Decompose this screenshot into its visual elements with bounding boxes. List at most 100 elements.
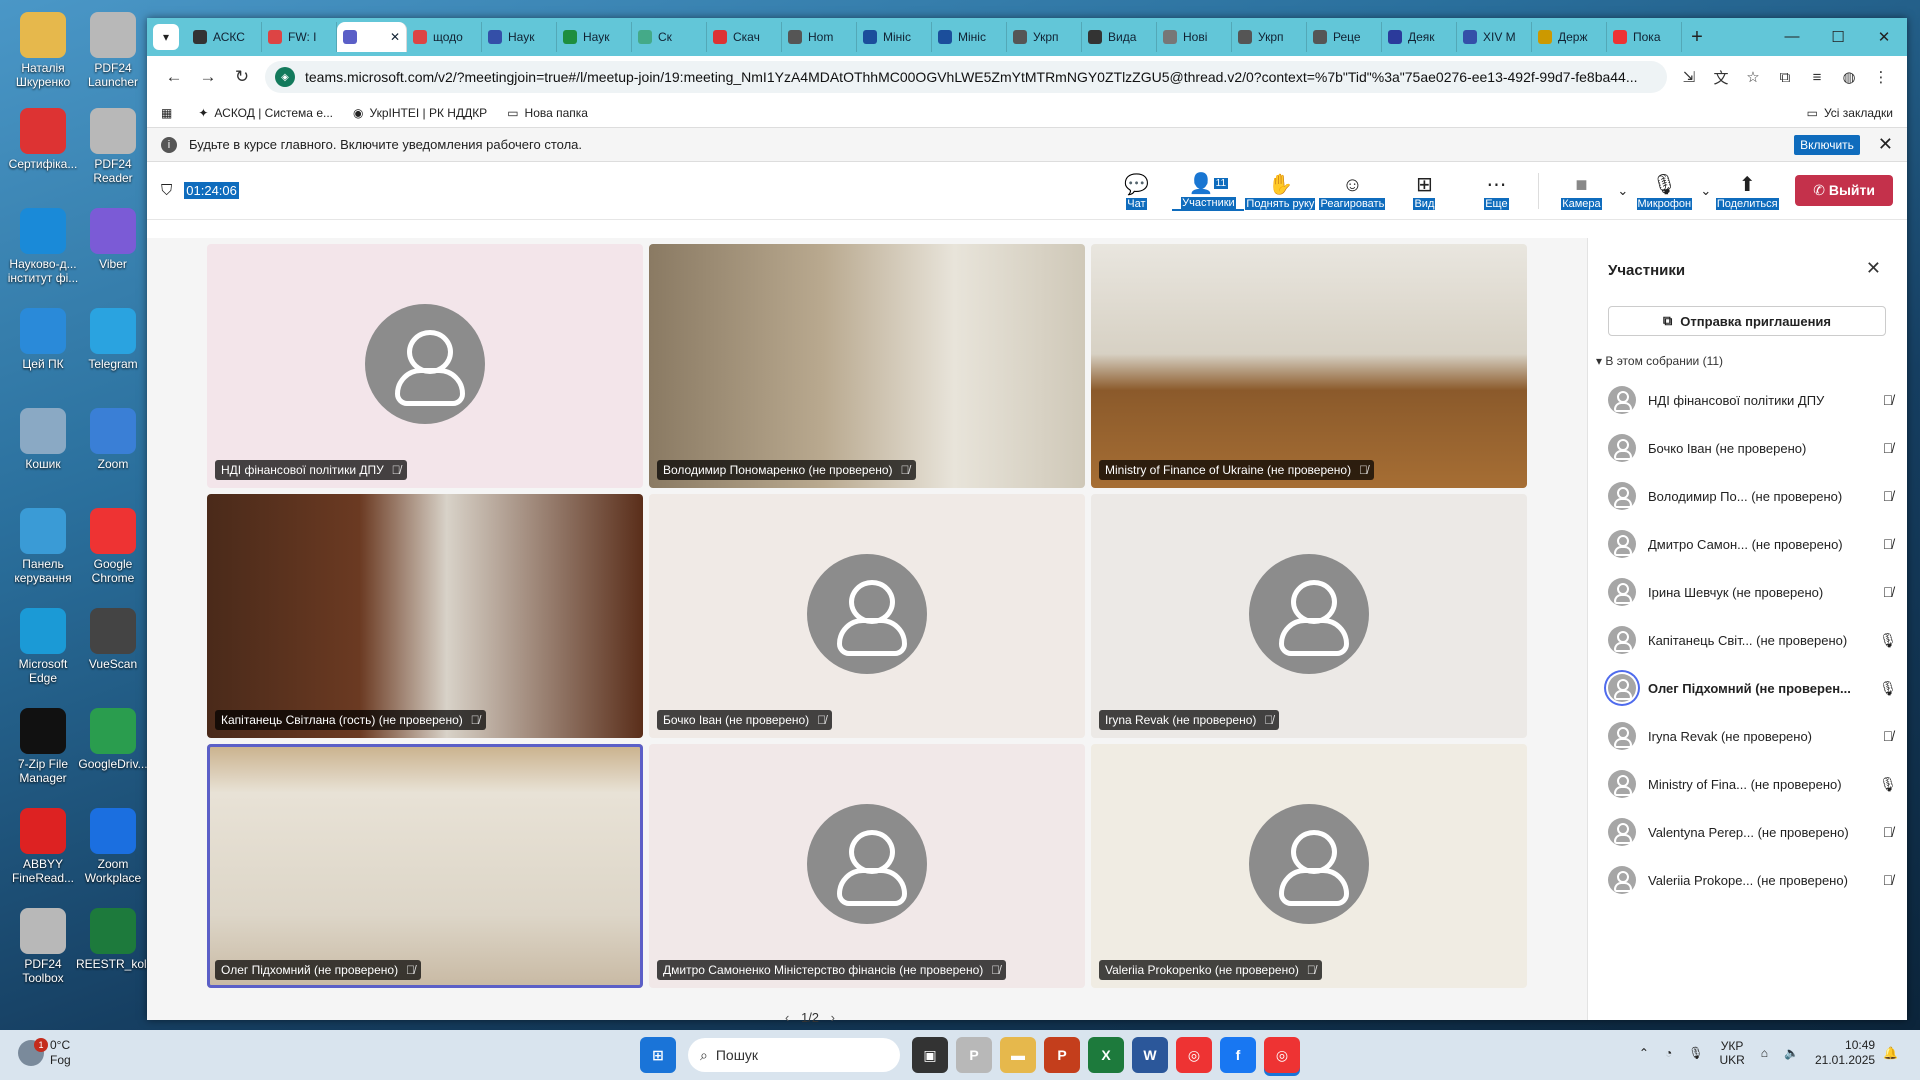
react-button[interactable]: ☺ Реагировать — [1316, 172, 1388, 210]
word-icon[interactable]: W — [1132, 1037, 1168, 1073]
mic-tray-icon[interactable]: 🎙 — [1688, 1046, 1703, 1060]
browser-tab[interactable]: Пока — [1607, 22, 1682, 52]
volume-icon[interactable]: 🔈 — [1784, 1046, 1799, 1060]
mic-button[interactable]: 🎙 Микрофон — [1628, 172, 1700, 210]
profile-icon[interactable]: ◍ — [1833, 68, 1865, 86]
start-icon[interactable]: ⊞ — [640, 1037, 676, 1073]
desktop-icon[interactable]: PDF24 Launcher — [76, 12, 150, 89]
close-window-icon[interactable]: ✕ — [1861, 28, 1907, 46]
browser-tab[interactable]: XIV M — [1457, 22, 1532, 52]
browser-tab[interactable]: FW: I — [262, 22, 337, 52]
desktop-icon[interactable]: ABBYY FineRead... — [6, 808, 80, 885]
browser-tab[interactable]: Наук — [557, 22, 632, 52]
desktop-icon[interactable]: Панель керування — [6, 508, 80, 585]
reload-icon[interactable]: ↻ — [225, 67, 259, 87]
participant-row[interactable]: Valeriia Prokope... (не проверено) 🎙̸ — [1608, 856, 1898, 904]
apps-icon[interactable]: ▦ — [161, 106, 178, 120]
task-view-icon[interactable]: ▣ — [912, 1037, 948, 1073]
view-button[interactable]: ⊞ Вид — [1388, 172, 1460, 210]
browser-tab[interactable]: Мініс — [857, 22, 932, 52]
participant-row[interactable]: Дмитро Самон... (не проверено) 🎙̸ — [1608, 520, 1898, 568]
send-invite-button[interactable]: ⧉ Отправка приглашения — [1608, 306, 1886, 336]
new-tab-button[interactable]: + — [1682, 26, 1712, 49]
close-notification-icon[interactable]: ✕ — [1878, 134, 1893, 155]
browser-tab[interactable]: АСКС — [187, 22, 262, 52]
desktop-icon[interactable]: Цей ПК — [6, 308, 80, 371]
mic-chevron-icon[interactable]: ⌄ — [1700, 183, 1711, 199]
browser-tab[interactable]: Скач — [707, 22, 782, 52]
browser-tab[interactable]: Держ — [1532, 22, 1607, 52]
language-indicator[interactable]: УКР UKR — [1719, 1039, 1744, 1067]
chat-button[interactable]: 💬 Чат — [1100, 172, 1172, 210]
maximize-icon[interactable]: ☐ — [1815, 28, 1861, 46]
participant-row[interactable]: Капітанець Світ... (не проверено) 🎙 — [1608, 616, 1898, 664]
minimize-icon[interactable]: — — [1769, 28, 1815, 46]
all-bookmarks[interactable]: ▭ Усі закладки — [1807, 106, 1893, 120]
facebook-icon[interactable]: f — [1220, 1037, 1256, 1073]
video-tile[interactable]: Олег Підхомний (не проверено) 🎙̸ — [207, 744, 643, 988]
video-tile[interactable]: Дмитро Самоненко Міністерство фінансів (… — [649, 744, 1085, 988]
desktop-icon[interactable]: PDF24 Toolbox — [6, 908, 80, 985]
excel-icon[interactable]: X — [1088, 1037, 1124, 1073]
video-tile[interactable]: Бочко Іван (не проверено) 🎙̸ — [649, 494, 1085, 738]
desktop-icon[interactable]: GoogleDriv... — [76, 708, 150, 771]
desktop-icon[interactable]: Google Chrome — [76, 508, 150, 585]
file-explorer-icon[interactable]: ▬ — [1000, 1037, 1036, 1073]
desktop-icon[interactable]: PDF24 Reader — [76, 108, 150, 185]
participant-row[interactable]: Ірина Шевчук (не проверено) 🎙̸ — [1608, 568, 1898, 616]
translate-icon[interactable]: ⽂ — [1705, 67, 1737, 88]
camera-button[interactable]: ■ Камера — [1545, 172, 1617, 210]
browser-tab[interactable]: Мініс — [932, 22, 1007, 52]
bookmark-item[interactable]: ◉ УкрІНТЕІ | РК НДДКР — [353, 106, 487, 120]
tray-chevron-icon[interactable]: ⌃ — [1639, 1046, 1649, 1060]
notification-bell-icon[interactable]: 🔔 — [1883, 1046, 1898, 1060]
desktop-icon[interactable]: Zoom — [76, 408, 150, 471]
chrome-active-icon[interactable]: ◎ — [1264, 1037, 1300, 1073]
close-panel-icon[interactable]: ✕ — [1866, 258, 1881, 279]
browser-tab[interactable]: Вида — [1082, 22, 1157, 52]
video-tile[interactable]: Ministry of Finance of Ukraine (не прове… — [1091, 244, 1527, 488]
media-icon[interactable]: ≡ — [1801, 69, 1833, 86]
participant-row[interactable]: НДІ фінансової політики ДПУ 🎙̸ — [1608, 376, 1898, 424]
install-app-icon[interactable]: ⇲ — [1673, 68, 1705, 86]
bookmark-item[interactable]: ✦ АСКОД | Система е... — [198, 106, 333, 120]
desktop-icon[interactable]: Viber — [76, 208, 150, 271]
participant-row[interactable]: Iryna Revak (не проверено) 🎙̸ — [1608, 712, 1898, 760]
weather-widget[interactable]: 1 0°C Fog — [18, 1038, 71, 1068]
browser-tab[interactable]: Деяк — [1382, 22, 1457, 52]
browser-tab[interactable]: Ск — [632, 22, 707, 52]
desktop-icon[interactable]: Наталія Шкуренко — [6, 12, 80, 89]
browser-tab[interactable]: Укрп — [1007, 22, 1082, 52]
extensions-icon[interactable]: ⧉ — [1769, 69, 1801, 86]
participants-button[interactable]: 👤 11 Участники — [1172, 171, 1245, 211]
in-meeting-section[interactable]: ▾ В этом собрании (11) — [1596, 354, 1723, 368]
video-tile[interactable]: НДІ фінансової політики ДПУ 🎙̸ — [207, 244, 643, 488]
browser-tab[interactable]: щодо — [407, 22, 482, 52]
browser-tab[interactable]: ✕ — [337, 22, 407, 52]
participant-row[interactable]: Ministry of Fina... (не проверено) 🎙 — [1608, 760, 1898, 808]
participant-row[interactable]: Володимир По... (не проверено) 🎙̸ — [1608, 472, 1898, 520]
more-button[interactable]: ⋯ Еще — [1460, 172, 1532, 210]
clock[interactable]: 10:49 21.01.2025 — [1815, 1038, 1875, 1068]
desktop-icon[interactable]: Науково-д... інститут фі... — [6, 208, 80, 285]
participant-row[interactable]: Олег Підхомний (не проверен... 🎙 — [1608, 664, 1898, 712]
browser-tab[interactable]: Укрп — [1232, 22, 1307, 52]
next-page-icon[interactable]: › — [831, 1010, 835, 1025]
desktop-icon[interactable]: Кошик — [6, 408, 80, 471]
camera-chevron-icon[interactable]: ⌄ — [1617, 183, 1628, 199]
share-button[interactable]: ⬆ Поделиться — [1711, 172, 1783, 210]
video-tile[interactable]: Valeriia Prokopenko (не проверено) 🎙̸ — [1091, 744, 1527, 988]
bookmark-star-icon[interactable]: ☆ — [1737, 68, 1769, 86]
tab-search-icon[interactable]: ▾ — [153, 24, 179, 50]
menu-icon[interactable]: ⋮ — [1865, 68, 1897, 86]
chrome-icon[interactable]: ◎ — [1176, 1037, 1212, 1073]
desktop-icon[interactable]: VueScan — [76, 608, 150, 671]
taskbar-search[interactable]: ⌕ Пошук — [688, 1038, 900, 1072]
desktop-icon[interactable]: Microsoft Edge — [6, 608, 80, 685]
desktop-icon[interactable]: 7-Zip File Manager — [6, 708, 80, 785]
participant-row[interactable]: Бочко Іван (не проверено) 🎙̸ — [1608, 424, 1898, 472]
network-app-icon[interactable]: ◔ — [1665, 1046, 1672, 1060]
video-tile[interactable]: Капітанець Світлана (гость) (не проверен… — [207, 494, 643, 738]
raise-hand-button[interactable]: ✋ Поднять руку — [1244, 172, 1316, 210]
wifi-icon[interactable]: ⌂ — [1761, 1046, 1768, 1060]
